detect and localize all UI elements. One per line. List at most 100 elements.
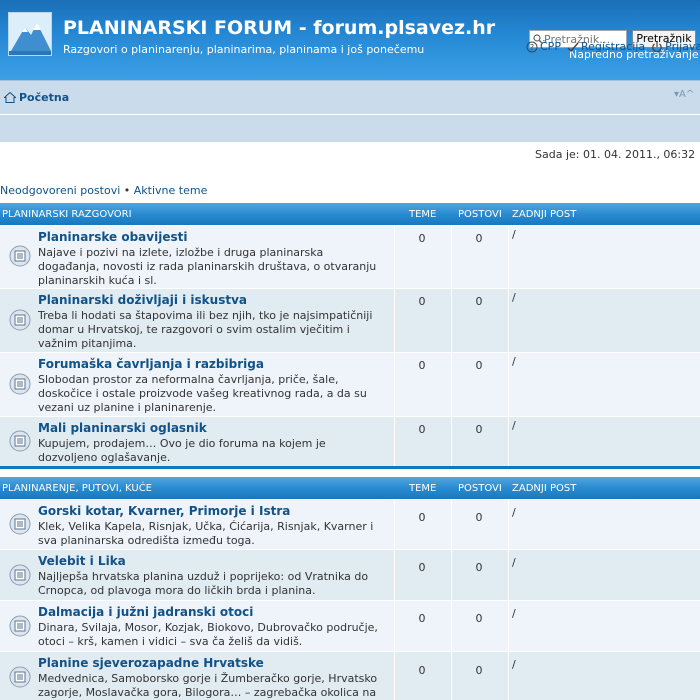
- forum-read-icon: [9, 666, 31, 688]
- cell-divider: [394, 601, 395, 651]
- cell-divider: [508, 289, 509, 352]
- site-logo[interactable]: [8, 12, 52, 56]
- quick-links-separator: •: [120, 184, 134, 197]
- category-title[interactable]: PLANINARENJE, PUTOVI, KUĆE: [2, 483, 152, 494]
- home-link-label: Početna: [19, 91, 70, 104]
- forum-title[interactable]: Planine sjeverozapadne Hrvatske: [38, 656, 264, 670]
- site-title[interactable]: PLANINARSKI FORUM - forum.plsavez.hr: [63, 17, 495, 39]
- forum-read-icon: [9, 373, 31, 395]
- forum-read-icon: [9, 615, 31, 637]
- current-date: Sada je: 01. 04. 2011., 06:32: [535, 148, 696, 161]
- category-title[interactable]: PLANINARSKI RAZGOVORI: [2, 209, 132, 220]
- forum-description: Dinara, Svilaja, Mosor, Kozjak, Biokovo,…: [38, 621, 378, 648]
- forum-description: Najljepša hrvatska planina uzduž i popri…: [38, 570, 369, 597]
- faq-link[interactable]: ? ČPP: [526, 40, 561, 53]
- last-post: /: [512, 607, 516, 620]
- home-icon: [4, 92, 16, 103]
- topics-count: 0: [418, 295, 426, 308]
- last-post: /: [512, 355, 516, 368]
- forum-description: Treba li hodati sa štapovima ili bez nji…: [38, 309, 373, 350]
- posts-count: 0: [475, 561, 483, 574]
- register-icon: [567, 42, 579, 52]
- quick-links: Neodgovoreni postovi • Aktivne teme: [0, 184, 207, 197]
- posts-count: 0: [475, 511, 483, 524]
- last-post: /: [512, 658, 516, 671]
- col-last-post: ZADNJI POST: [512, 483, 577, 494]
- login-link[interactable]: Prijava: [651, 40, 700, 53]
- cell-divider: [451, 500, 452, 549]
- forum-title[interactable]: Gorski kotar, Kvarner, Primorje i Istra: [38, 504, 290, 518]
- cell-divider: [508, 601, 509, 651]
- last-post: /: [512, 291, 516, 304]
- forum-read-icon: [9, 430, 31, 452]
- category-block: PLANINARSKI RAZGOVORI TEME POSTOVI ZADNJ…: [0, 203, 700, 469]
- topics-count: 0: [418, 664, 426, 677]
- forum-title[interactable]: Mali planinarski oglasnik: [38, 421, 207, 435]
- topics-count: 0: [418, 612, 426, 625]
- posts-count: 0: [475, 612, 483, 625]
- active-topics-link[interactable]: Aktivne teme: [134, 184, 208, 197]
- cell-divider: [451, 601, 452, 651]
- navbar: Početna ▾A^: [0, 80, 700, 142]
- forum-description: Najave i pozivi na izlete, izložbe i dru…: [38, 246, 377, 287]
- forum-row[interactable]: Dalmacija i južni jadranski otoci Dinara…: [0, 600, 700, 651]
- forum-title[interactable]: Dalmacija i južni jadranski otoci: [38, 605, 253, 619]
- forum-description: Klek, Velika Kapela, Risnjak, Učka, Ćića…: [38, 520, 374, 547]
- cell-divider: [508, 353, 509, 416]
- col-last-post: ZADNJI POST: [512, 209, 577, 220]
- forum-title[interactable]: Velebit i Lika: [38, 554, 126, 568]
- font-size-control[interactable]: ▾A^: [674, 89, 694, 100]
- navbar-bottom-row: [0, 114, 700, 142]
- last-post: /: [512, 228, 516, 241]
- home-link[interactable]: Početna: [4, 91, 69, 104]
- topics-count: 0: [418, 423, 426, 436]
- forum-read-icon: [9, 513, 31, 535]
- forum-title[interactable]: Planinarski doživljaji i iskustva: [38, 293, 247, 307]
- forum-title[interactable]: Forumaška čavrljanja i razbibriga: [38, 357, 264, 371]
- last-post: /: [512, 556, 516, 569]
- posts-count: 0: [475, 423, 483, 436]
- topics-count: 0: [418, 561, 426, 574]
- forum-title[interactable]: Planinarske obavijesti: [38, 230, 187, 244]
- topics-count: 0: [418, 359, 426, 372]
- forum-row[interactable]: Gorski kotar, Kvarner, Primorje i Istra …: [0, 499, 700, 549]
- cell-divider: [508, 550, 509, 600]
- forum-row[interactable]: Forumaška čavrljanja i razbibriga Slobod…: [0, 352, 700, 416]
- navbar-top-row: [0, 80, 700, 114]
- category-block: PLANINARENJE, PUTOVI, KUĆE TEME POSTOVI …: [0, 477, 700, 700]
- posts-count: 0: [475, 295, 483, 308]
- forum-row[interactable]: Mali planinarski oglasnik Kupujem, proda…: [0, 416, 700, 466]
- forum-row[interactable]: Planine sjeverozapadne Hrvatske Medvedni…: [0, 651, 700, 700]
- forum-read-icon: [9, 309, 31, 331]
- login-label: Prijava: [665, 40, 700, 53]
- category-header: PLANINARENJE, PUTOVI, KUĆE TEME POSTOVI …: [0, 477, 700, 499]
- register-link[interactable]: Registracija: [567, 40, 645, 53]
- power-icon: [652, 41, 662, 52]
- cell-divider: [394, 500, 395, 549]
- last-post: /: [512, 506, 516, 519]
- forum-description: Kupujem, prodajem… Ovo je dio foruma na …: [38, 437, 326, 464]
- col-topics: TEME: [409, 483, 437, 494]
- forum-read-icon: [9, 564, 31, 586]
- forum-description: Slobodan prostor za neformalna čavrljanj…: [38, 373, 367, 414]
- user-nav-links: ? ČPP Registracija Prijava: [526, 40, 700, 53]
- register-label: Registracija: [580, 40, 646, 53]
- topics-count: 0: [418, 511, 426, 524]
- posts-count: 0: [475, 232, 483, 245]
- forum-row[interactable]: Planinarski doživljaji i iskustva Treba …: [0, 288, 700, 352]
- svg-text:?: ?: [530, 43, 534, 52]
- forum-read-icon: [9, 245, 31, 267]
- last-post: /: [512, 419, 516, 432]
- forum-description: Medvednica, Samoborsko gorje i Žumberačk…: [38, 672, 378, 699]
- unanswered-posts-link[interactable]: Neodgovoreni postovi: [0, 184, 120, 197]
- category-header: PLANINARSKI RAZGOVORI TEME POSTOVI ZADNJ…: [0, 203, 700, 225]
- topics-count: 0: [418, 232, 426, 245]
- cell-divider: [508, 500, 509, 549]
- col-posts: POSTOVI: [458, 483, 502, 494]
- posts-count: 0: [475, 664, 483, 677]
- forum-row[interactable]: Velebit i Lika Najljepša hrvatska planin…: [0, 549, 700, 600]
- cell-divider: [508, 417, 509, 466]
- forum-row[interactable]: Planinarske obavijesti Najave i pozivi n…: [0, 225, 700, 288]
- cell-divider: [451, 550, 452, 600]
- cell-divider: [394, 550, 395, 600]
